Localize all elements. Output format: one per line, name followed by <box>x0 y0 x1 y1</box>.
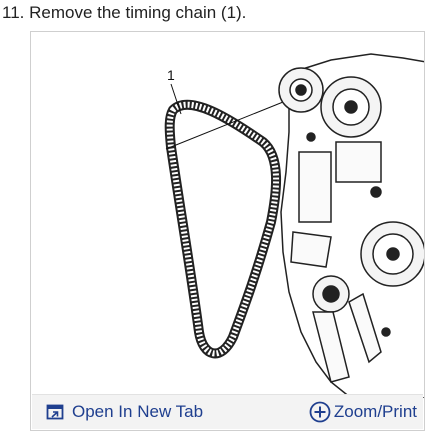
figure-frame: 1 Open In New Tab Zoom/Print <box>30 31 425 431</box>
zoom-plus-icon <box>309 401 331 423</box>
timing-chain <box>164 99 281 359</box>
callout-label: 1 <box>167 67 175 83</box>
zoom-print-label: Zoom/Print <box>333 402 417 421</box>
figure-toolbar: Open In New Tab Zoom/Print <box>32 394 423 429</box>
step-instruction: 11. Remove the timing chain (1). <box>2 3 247 22</box>
timing-chain-illustration[interactable]: 1 <box>31 32 425 398</box>
open-in-new-tab-icon <box>46 404 64 420</box>
zoom-print-button[interactable]: Zoom/Print <box>309 395 417 429</box>
engine-block <box>278 53 424 398</box>
open-in-new-tab-label: Open In New Tab <box>72 402 204 421</box>
open-in-new-tab-button[interactable]: Open In New Tab <box>46 395 203 429</box>
